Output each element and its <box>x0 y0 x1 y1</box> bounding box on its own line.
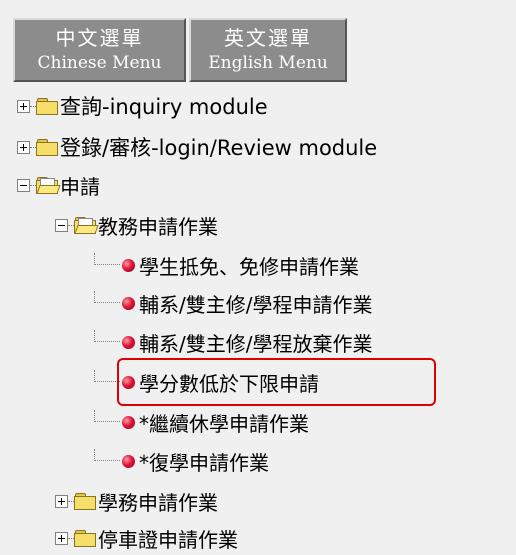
highlight-box <box>117 358 436 406</box>
tree-label-inquiry[interactable]: 查詢-inquiry module <box>60 91 268 121</box>
tree-label-apply[interactable]: 申請 <box>60 171 100 200</box>
chinese-menu-label-zh: 中文選單 <box>55 26 144 50</box>
chinese-menu-button[interactable]: 中文選單 Chinese Menu <box>13 18 186 82</box>
tree-leaf-label[interactable]: *繼續休學申請作業 <box>139 408 309 437</box>
collapse-icon[interactable] <box>55 218 68 232</box>
tree-leaf-label[interactable]: 學生抵免、免修申請作業 <box>139 251 359 280</box>
expand-icon[interactable] <box>55 531 68 545</box>
tree-leaf[interactable]: 學生抵免、免修申請作業 <box>94 248 359 282</box>
tree-connector <box>94 410 120 422</box>
folder-closed-icon <box>36 138 58 156</box>
red-bullet-icon <box>122 258 135 272</box>
tree-leaf-label[interactable]: *復學申請作業 <box>139 447 269 476</box>
tree-leaf[interactable]: *繼續休學申請作業 <box>94 405 309 439</box>
tree-node-login-review[interactable]: 登錄/審核-login/Review module <box>17 130 377 164</box>
tree-node-academic-affairs[interactable]: 教務申請作業 <box>55 208 218 242</box>
tree-connector <box>94 253 120 265</box>
expand-icon[interactable] <box>17 140 30 154</box>
english-menu-label-zh: 英文選單 <box>224 26 312 50</box>
tree-connector <box>94 291 120 303</box>
folder-open-icon <box>74 216 99 234</box>
folder-open-icon <box>36 176 61 194</box>
collapse-icon[interactable] <box>17 178 30 192</box>
folder-closed-icon <box>74 492 96 510</box>
tree-leaf[interactable]: *復學申請作業 <box>94 444 269 478</box>
red-bullet-icon <box>122 415 135 429</box>
english-menu-button[interactable]: 英文選單 English Menu <box>189 18 347 82</box>
folder-closed-icon <box>36 97 58 115</box>
expand-icon[interactable] <box>17 99 30 113</box>
tree-label-academic-affairs[interactable]: 教務申請作業 <box>98 211 218 240</box>
tree-node-student-affairs[interactable]: 學務申請作業 <box>55 484 218 518</box>
tree-leaf[interactable]: 輔系/雙主修/學程申請作業 <box>94 286 372 320</box>
english-menu-label-en: English Menu <box>208 53 328 73</box>
chinese-menu-label-en: Chinese Menu <box>37 53 162 73</box>
tree-node-inquiry[interactable]: 查詢-inquiry module <box>17 89 268 123</box>
tree-label-login-review[interactable]: 登錄/審核-login/Review module <box>60 132 377 162</box>
red-bullet-icon <box>122 296 135 310</box>
folder-closed-icon <box>74 529 96 547</box>
menu-tabs: 中文選單 Chinese Menu 英文選單 English Menu <box>13 18 347 82</box>
red-bullet-icon <box>122 335 135 349</box>
tree-node-apply[interactable]: 申請 <box>17 168 100 202</box>
tree-leaf[interactable]: 輔系/雙主修/學程放棄作業 <box>94 325 372 359</box>
tree-label-student-affairs[interactable]: 學務申請作業 <box>98 487 218 516</box>
tree-label-parking[interactable]: 停車證申請作業 <box>98 524 238 553</box>
red-bullet-icon <box>122 454 135 468</box>
tree-leaf-label[interactable]: 輔系/雙主修/學程申請作業 <box>139 289 372 318</box>
tree-leaf-label[interactable]: 輔系/雙主修/學程放棄作業 <box>139 328 372 357</box>
tree-connector <box>94 330 120 342</box>
expand-icon[interactable] <box>55 494 68 508</box>
tree-connector <box>94 449 120 461</box>
